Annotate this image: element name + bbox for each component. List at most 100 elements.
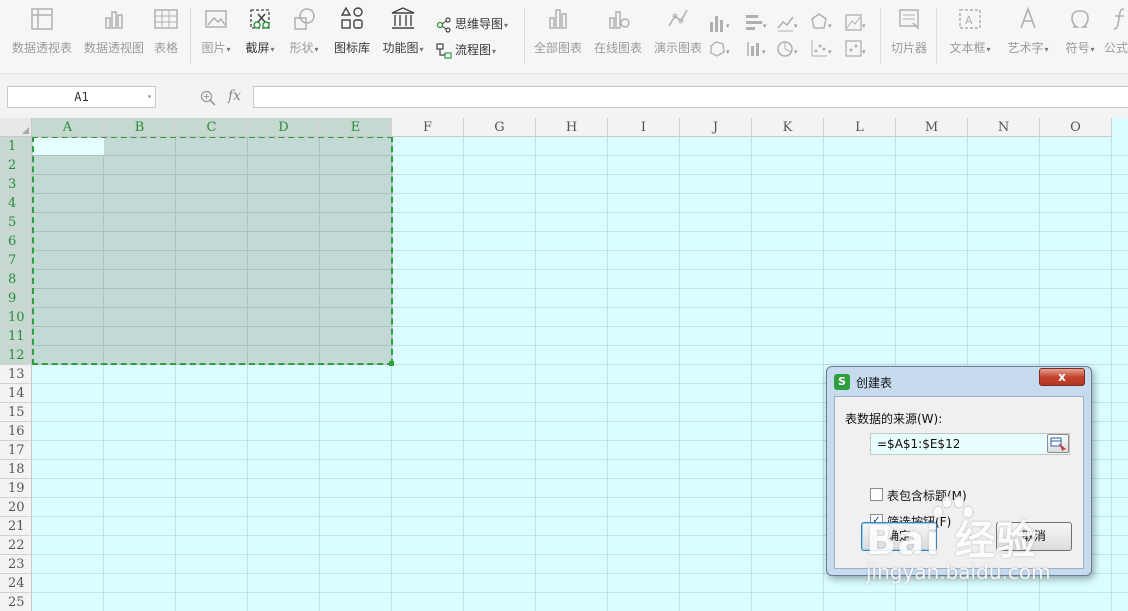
- row-header-9[interactable]: 9: [0, 289, 32, 308]
- row-header-2[interactable]: 2: [0, 156, 32, 175]
- word-art-icon: [1020, 6, 1036, 29]
- mind-map-button[interactable]: 思维导图▾: [436, 13, 508, 35]
- row-header-4[interactable]: 4: [0, 194, 32, 213]
- column-header-n[interactable]: N: [968, 118, 1040, 137]
- column-header-k[interactable]: K: [752, 118, 824, 137]
- row-header-1[interactable]: 1: [0, 137, 32, 156]
- fill-handle[interactable]: [389, 361, 394, 366]
- table-icon: [154, 9, 178, 29]
- combo-chart-icon[interactable]: ▾: [844, 38, 868, 60]
- column-header-o[interactable]: O: [1040, 118, 1112, 137]
- row-header-7[interactable]: 7: [0, 251, 32, 270]
- row-header-13[interactable]: 13: [0, 365, 32, 384]
- header-checkbox[interactable]: [870, 488, 883, 501]
- row-header-25[interactable]: 25: [0, 593, 32, 611]
- symbol-button[interactable]: 符号▾: [1060, 0, 1100, 62]
- chevron-down-icon[interactable]: ▾: [147, 87, 152, 107]
- svg-text:▾: ▾: [828, 22, 832, 30]
- ribbon-divider: [190, 8, 191, 64]
- flowchart-button[interactable]: 流程图▾: [436, 39, 496, 61]
- row-header-3[interactable]: 3: [0, 175, 32, 194]
- bar-chart-icon: [549, 9, 567, 29]
- formula-input[interactable]: [253, 86, 1128, 108]
- function-chart-button[interactable]: 功能图▾: [378, 0, 428, 62]
- row-header-21[interactable]: 21: [0, 517, 32, 536]
- column-header-m[interactable]: M: [896, 118, 968, 137]
- pivot-chart-label: 数据透视图: [83, 41, 144, 55]
- pivot-table-label: 数据透视表: [11, 41, 72, 55]
- radar-chart-icon[interactable]: ▾: [810, 12, 834, 34]
- icon-library-button[interactable]: 图标库: [330, 0, 374, 62]
- row-header-5[interactable]: 5: [0, 213, 32, 232]
- column-header-a[interactable]: A: [32, 118, 104, 137]
- formula-button[interactable]: 公式: [1104, 0, 1128, 62]
- column-header-b[interactable]: B: [104, 118, 176, 137]
- column-header-c[interactable]: C: [176, 118, 248, 137]
- row-header-15[interactable]: 15: [0, 403, 32, 422]
- zoom-icon[interactable]: [200, 90, 216, 106]
- column-header-j[interactable]: J: [680, 118, 752, 137]
- demo-charts-button[interactable]: 演示图表: [650, 0, 706, 62]
- cancel-button[interactable]: 取消: [996, 522, 1072, 551]
- row-header-12[interactable]: 12: [0, 346, 32, 365]
- svg-text:▾: ▾: [862, 22, 866, 30]
- fx-icon[interactable]: fx: [228, 88, 241, 104]
- row-header-20[interactable]: 20: [0, 498, 32, 517]
- screenshot-button[interactable]: 截屏▾: [240, 0, 280, 62]
- textbox-button[interactable]: A 文本框▾: [944, 0, 996, 62]
- map-chart-icon[interactable]: ▾: [708, 38, 732, 60]
- shape-icon: [294, 8, 315, 30]
- row-header-17[interactable]: 17: [0, 441, 32, 460]
- row-header-24[interactable]: 24: [0, 574, 32, 593]
- row-header-18[interactable]: 18: [0, 460, 32, 479]
- demo-charts-label: 演示图表: [653, 41, 702, 55]
- row-header-14[interactable]: 14: [0, 384, 32, 403]
- row-header-19[interactable]: 19: [0, 479, 32, 498]
- svg-text:▾: ▾: [794, 22, 798, 30]
- column-header-i[interactable]: I: [608, 118, 680, 137]
- word-art-button[interactable]: 艺术字▾: [1002, 0, 1054, 62]
- table-button[interactable]: 表格: [150, 0, 182, 62]
- range-input[interactable]: =$A$1:$E$12: [870, 433, 1070, 455]
- column-header-f[interactable]: F: [392, 118, 464, 137]
- picture-button[interactable]: 图片▾: [196, 0, 236, 62]
- column-header-e[interactable]: E: [320, 118, 392, 137]
- pivot-table-button[interactable]: 数据透视表: [8, 0, 76, 62]
- bar-horizontal-icon[interactable]: ▾: [744, 12, 768, 34]
- area-chart-icon[interactable]: ▾: [844, 12, 868, 34]
- stock-chart-icon[interactable]: ▾: [744, 38, 768, 60]
- scatter-chart-icon[interactable]: ▾: [810, 38, 834, 60]
- row-header-8[interactable]: 8: [0, 270, 32, 289]
- name-box[interactable]: A1 ▾: [7, 86, 156, 108]
- table-label: 表格: [153, 41, 178, 55]
- row-header-6[interactable]: 6: [0, 232, 32, 251]
- line-chart-icon[interactable]: ▾: [776, 12, 800, 34]
- column-header-g[interactable]: G: [464, 118, 536, 137]
- ribbon-divider: [880, 8, 881, 64]
- column-header-l[interactable]: L: [824, 118, 896, 137]
- textbox-icon: A: [959, 9, 981, 29]
- all-charts-button[interactable]: 全部图表: [530, 0, 586, 62]
- shape-button[interactable]: 形状▾: [284, 0, 324, 62]
- pivot-chart-button[interactable]: 数据透视图: [80, 0, 148, 62]
- column-header-d[interactable]: D: [248, 118, 320, 137]
- close-button[interactable]: x: [1039, 368, 1085, 386]
- row-header-10[interactable]: 10: [0, 308, 32, 327]
- slicer-icon: [899, 9, 920, 30]
- pie-chart-icon[interactable]: ▾: [776, 38, 800, 60]
- column-chart-icon[interactable]: ▾: [708, 12, 732, 34]
- svg-text:▾: ▾: [763, 22, 767, 30]
- range-picker-button[interactable]: [1047, 434, 1069, 453]
- select-all-corner[interactable]: [0, 118, 32, 137]
- row-header-16[interactable]: 16: [0, 422, 32, 441]
- row-header-23[interactable]: 23: [0, 555, 32, 574]
- ok-button[interactable]: 确定: [861, 522, 937, 551]
- row-header-11[interactable]: 11: [0, 327, 32, 346]
- column-header-h[interactable]: H: [536, 118, 608, 137]
- online-charts-button[interactable]: 在线图表: [590, 0, 646, 62]
- slicer-button[interactable]: 切片器: [888, 0, 930, 62]
- create-table-dialog: S 创建表 x 表数据的来源(W): =$A$1:$E$12 表包含标题(M) …: [826, 366, 1092, 576]
- header-checkbox-label: 表包含标题(M): [887, 489, 967, 503]
- function-chart-label: 功能图▾: [382, 41, 424, 55]
- row-header-22[interactable]: 22: [0, 536, 32, 555]
